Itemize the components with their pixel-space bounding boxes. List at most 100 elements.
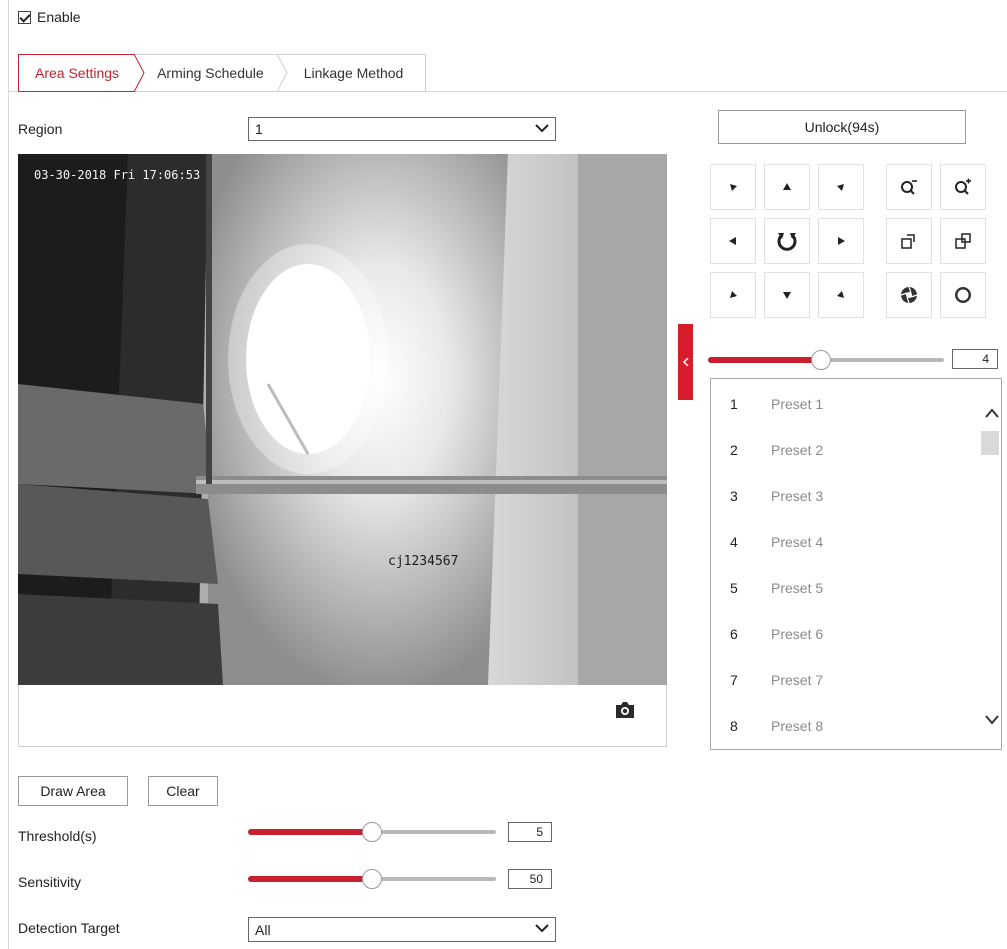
preset-item[interactable]: 7 Preset 7: [711, 657, 981, 703]
refresh-icon: [777, 233, 797, 251]
preset-name: Preset 8: [771, 718, 824, 734]
tab-area-settings[interactable]: Area Settings: [18, 54, 136, 92]
live-video-view[interactable]: 03-30-2018 Fri 17:06:53 cj1234567: [18, 154, 667, 685]
tab-linkage-method[interactable]: Linkage Method: [287, 54, 427, 92]
preset-number: 4: [730, 534, 738, 550]
iris-close-icon: [900, 286, 918, 304]
draw-area-button[interactable]: Draw Area: [18, 776, 128, 806]
osd-timestamp: 03-30-2018 Fri 17:06:53: [34, 168, 201, 182]
preset-item[interactable]: 8 Preset 8: [711, 703, 981, 749]
arrow-right-icon: [838, 237, 845, 245]
preset-number: 3: [730, 488, 738, 504]
preset-number: 1: [730, 396, 738, 412]
tab-arming-schedule-label: Arming Schedule: [157, 65, 264, 81]
threshold-slider[interactable]: [248, 822, 496, 842]
unlock-button[interactable]: Unlock(94s): [718, 110, 966, 144]
ptz-down-right-button[interactable]: [818, 272, 864, 318]
slider-thumb[interactable]: [362, 822, 382, 842]
camera-icon[interactable]: [614, 701, 636, 722]
preset-number: 5: [730, 580, 738, 596]
tab-area-settings-label: Area Settings: [35, 65, 120, 81]
chevron-left-icon: [682, 358, 689, 366]
preset-name: Preset 1: [771, 396, 824, 412]
ptz-left-button[interactable]: [710, 218, 756, 264]
slider-fill: [708, 357, 821, 363]
region-select[interactable]: 1: [248, 117, 556, 141]
preset-name: Preset 7: [771, 672, 824, 688]
arrow-down-icon: [783, 292, 791, 299]
region-select-value: 1: [255, 121, 263, 137]
slider-thumb[interactable]: [811, 350, 831, 370]
ptz-up-button[interactable]: [764, 164, 810, 210]
video-toolbar: [18, 685, 667, 747]
arrow-down-left-icon: [730, 291, 737, 298]
threshold-value-box[interactable]: 5: [508, 822, 552, 842]
zoom-in-icon: [955, 178, 971, 195]
scroll-up-icon[interactable]: [985, 408, 999, 418]
preset-item[interactable]: 5 Preset 5: [711, 565, 981, 611]
zoom-out-icon: [901, 180, 917, 195]
detection-target-value: All: [255, 921, 271, 938]
chevron-down-icon: [535, 921, 549, 938]
preset-name: Preset 5: [771, 580, 824, 596]
ptz-up-right-button[interactable]: [818, 164, 864, 210]
iris-close-button[interactable]: [886, 272, 932, 318]
sensitivity-value-box[interactable]: 50: [508, 869, 552, 889]
ptz-down-left-button[interactable]: [710, 272, 756, 318]
preset-name: Preset 3: [771, 488, 824, 504]
sensitivity-slider[interactable]: [248, 869, 496, 889]
preset-name: Preset 4: [771, 534, 824, 550]
arrow-up-icon: [783, 183, 791, 190]
tab-linkage-method-label: Linkage Method: [303, 65, 404, 81]
focus-near-icon: [901, 234, 915, 249]
video-frame-image: [18, 154, 667, 685]
zoom-out-button[interactable]: [886, 164, 932, 210]
clear-button[interactable]: Clear: [148, 776, 218, 806]
scroll-down-icon[interactable]: [985, 715, 999, 725]
preset-number: 2: [730, 442, 738, 458]
slider-thumb[interactable]: [362, 869, 382, 889]
slider-fill: [248, 829, 372, 835]
chevron-down-icon: [535, 121, 549, 138]
ptz-up-left-button[interactable]: [710, 164, 756, 210]
preset-item[interactable]: 3 Preset 3: [711, 473, 981, 519]
sensitivity-label: Sensitivity: [18, 874, 82, 890]
tab-separator: [276, 54, 288, 92]
arrow-down-right-icon: [837, 291, 844, 298]
iris-open-icon: [955, 287, 971, 303]
tab-arming-schedule[interactable]: Arming Schedule: [145, 54, 278, 92]
preset-number: 7: [730, 672, 738, 688]
focus-near-button[interactable]: [886, 218, 932, 264]
preset-list[interactable]: 8 Preset 8 7 Preset 7 6 Preset 6 5 Preset 5 4 Pre…: [710, 378, 1002, 750]
ptz-down-button[interactable]: [764, 272, 810, 318]
enable-checkbox[interactable]: [18, 10, 31, 24]
preset-item[interactable]: 4 Preset 4: [711, 519, 981, 565]
arrow-left-icon: [729, 237, 736, 245]
preset-scrollbar[interactable]: [981, 379, 1001, 749]
region-label: Region: [18, 121, 63, 137]
preset-item[interactable]: 6 Preset 6: [711, 611, 981, 657]
slider-fill: [248, 876, 372, 882]
preset-item[interactable]: 1 Preset 1: [711, 381, 981, 427]
preset-item[interactable]: 2 Preset 2: [711, 427, 981, 473]
preset-number: 6: [730, 626, 738, 642]
collapse-panel-toggle[interactable]: [678, 324, 693, 400]
iris-open-button[interactable]: [940, 272, 986, 318]
ptz-speed-value-box[interactable]: 4: [952, 349, 998, 369]
ptz-auto-button[interactable]: [764, 218, 810, 264]
focus-far-button[interactable]: [940, 218, 986, 264]
zoom-in-button[interactable]: [940, 164, 986, 210]
preset-name: Preset 6: [771, 626, 824, 642]
detection-target-label: Detection Target: [18, 920, 120, 936]
enable-row[interactable]: Enable: [18, 9, 81, 25]
preset-name: Preset 2: [771, 442, 824, 458]
arrow-up-left-icon: [730, 184, 737, 191]
ptz-right-button[interactable]: [818, 218, 864, 264]
arrow-up-right-icon: [837, 184, 844, 191]
detection-target-select[interactable]: All: [248, 917, 556, 942]
ptz-speed-slider[interactable]: [708, 350, 944, 370]
preset-number: 8: [730, 718, 738, 734]
enable-label: Enable: [37, 9, 81, 25]
scroll-thumb[interactable]: [981, 431, 999, 455]
osd-camera-name: cj1234567: [388, 554, 459, 569]
